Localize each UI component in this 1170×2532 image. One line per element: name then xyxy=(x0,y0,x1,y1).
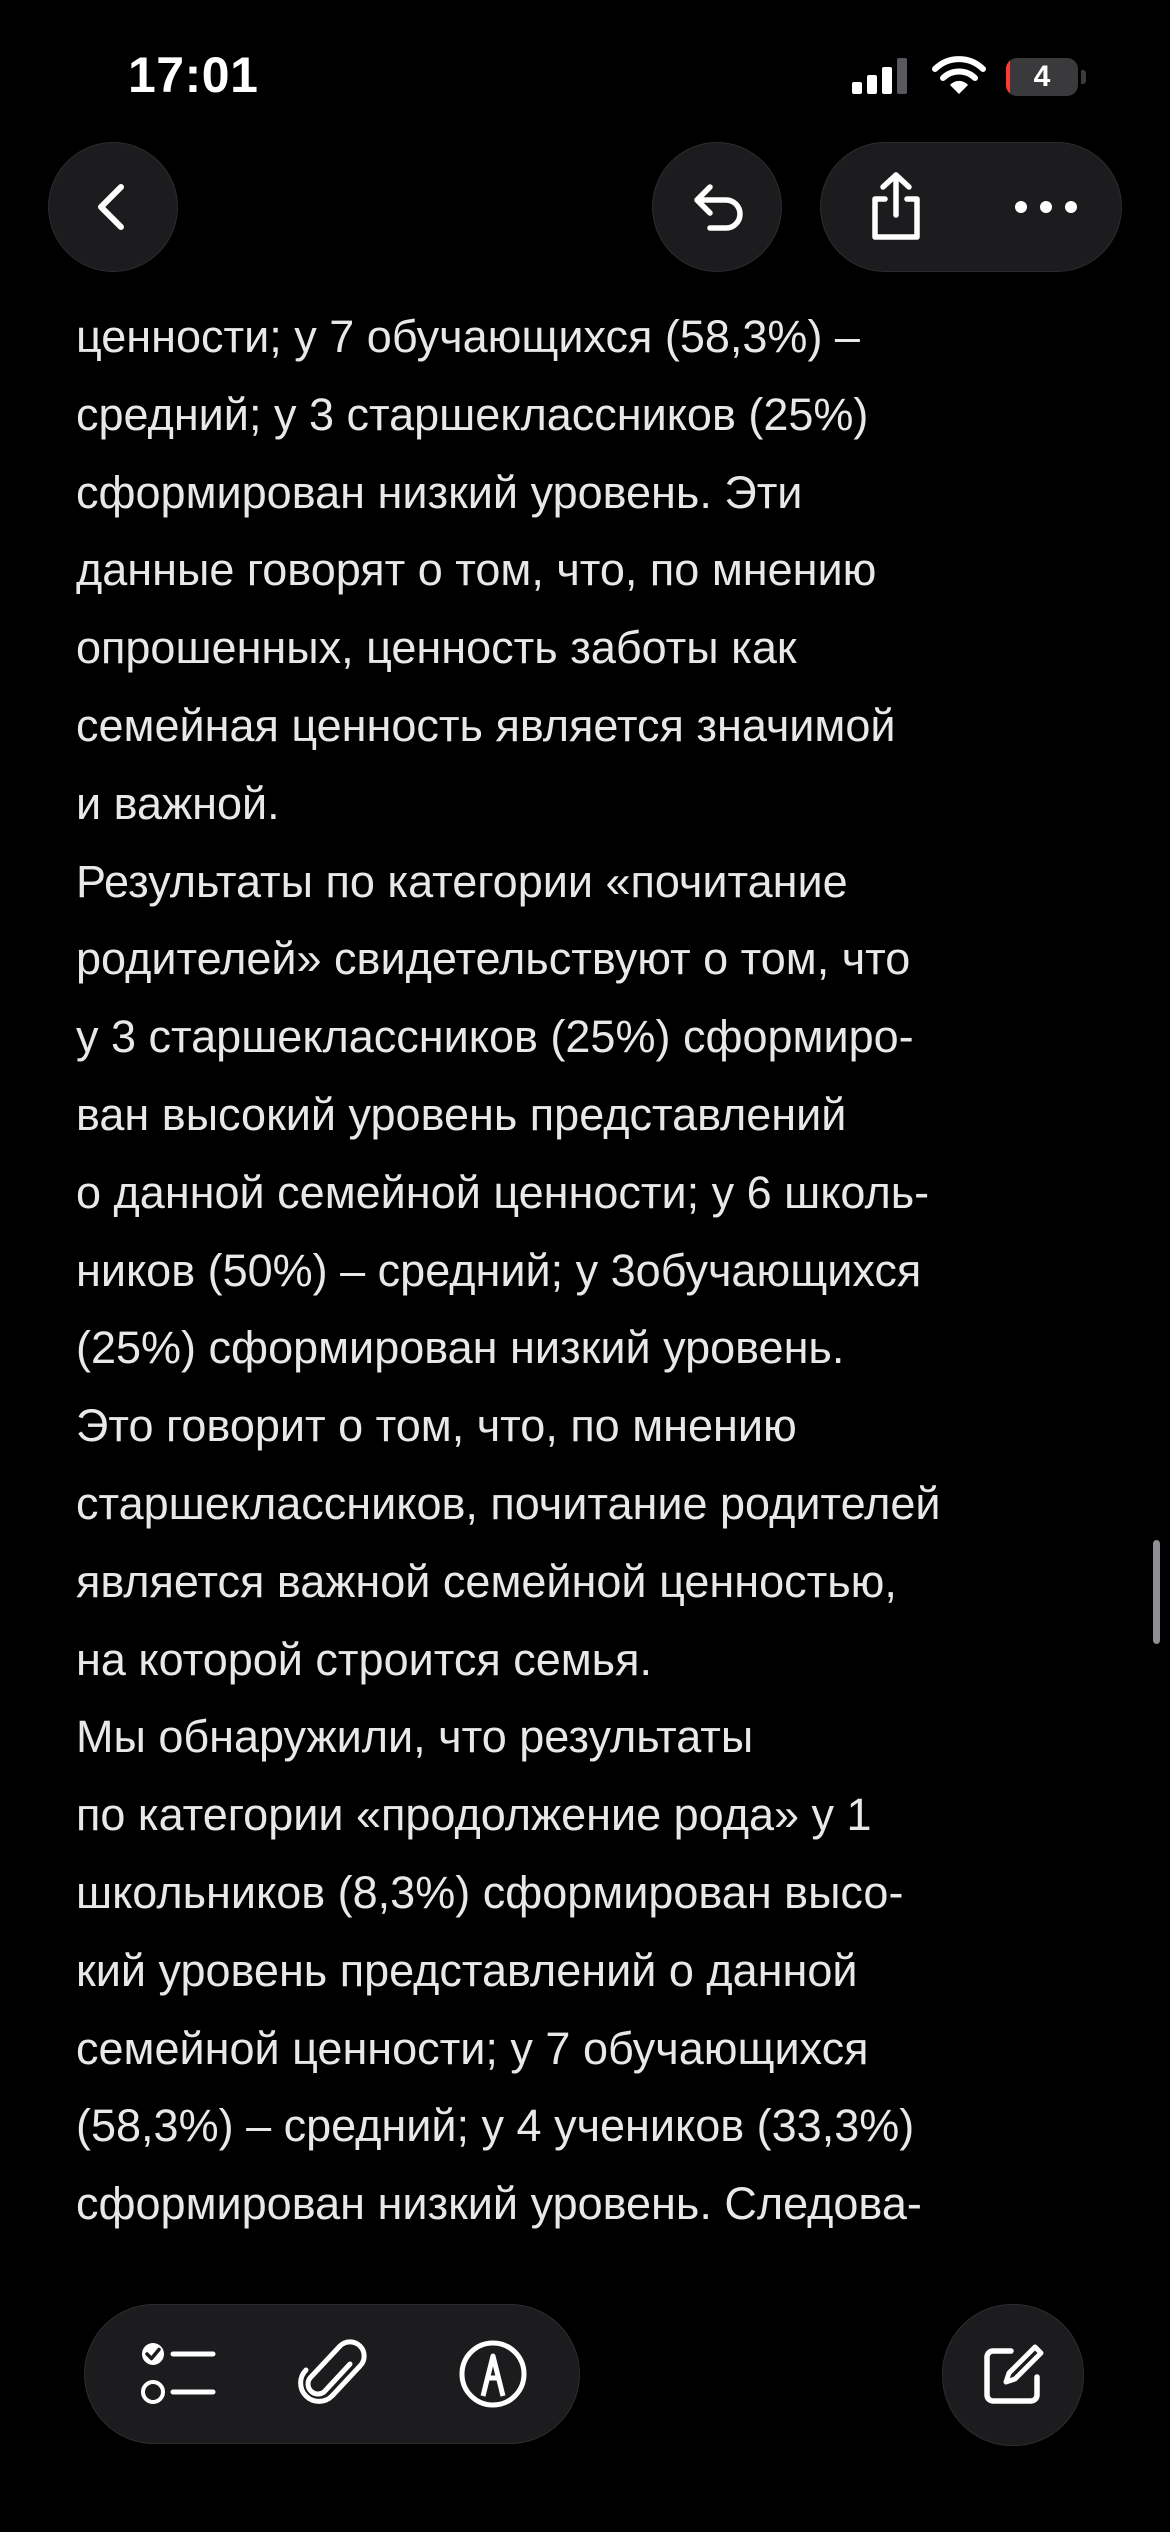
note-line: сформирован низкий уровень. Следова- xyxy=(76,2178,922,2230)
note-line: данные говорят о том, что, по мнению xyxy=(76,544,877,596)
note-line: ников (50%) – средний; у 3обучающихся xyxy=(76,1244,922,1296)
compose-icon xyxy=(984,2344,1044,2404)
note-line: ценности; у 7 обучающихся (58,3%) – xyxy=(76,311,860,362)
cellular-signal-icon xyxy=(852,58,907,94)
paperclip-icon xyxy=(298,2339,367,2404)
battery-icon: 4 xyxy=(1006,58,1086,96)
status-bar: 17:01 4 xyxy=(0,0,1170,150)
bottom-toolbar xyxy=(84,2304,580,2444)
note-line: у 3 старшеклассников (25%) сформиро- xyxy=(76,1011,914,1063)
note-line: (58,3%) – средний; у 4 учеников (33,3%) xyxy=(76,2100,915,2152)
note-line: старшеклассников, почитание родителей xyxy=(76,1477,941,1529)
actions-pill xyxy=(820,142,1122,272)
note-line: является важной семейной ценностью, xyxy=(76,1555,897,1607)
note-line: о данной семейной ценности; у 6 школь- xyxy=(76,1166,930,1218)
checklist-icon xyxy=(141,2343,216,2404)
note-line: семейная ценность является значимой xyxy=(76,699,896,751)
ellipsis-icon xyxy=(1015,201,1077,213)
note-line: опрошенных, ценность заботы как xyxy=(76,622,797,674)
note-line: кий уровень представлений о данной xyxy=(76,1944,858,1996)
more-button[interactable] xyxy=(971,143,1121,271)
battery-level: 4 xyxy=(1033,60,1051,93)
note-line: Это говорит о том, что, по мнению xyxy=(76,1400,797,1452)
battery-cap xyxy=(1081,70,1086,84)
note-line: семейной ценности; у 7 обучающихся xyxy=(76,2022,869,2074)
note-line: Результаты по категории «почитание xyxy=(76,855,848,907)
note-line: Мы обнаружили, что результаты xyxy=(76,1711,754,1763)
scroll-indicator[interactable] xyxy=(1153,1540,1160,1644)
note-line: родителей» свидетельствуют о том, что xyxy=(76,933,911,985)
undo-icon xyxy=(694,184,743,231)
undo-button[interactable] xyxy=(652,142,782,272)
note-line: (25%) сформирован низкий уровень. xyxy=(76,1322,845,1374)
share-button[interactable] xyxy=(821,143,971,271)
note-body[interactable]: ценности; у 7 обучающихся (58,3%) – средн… xyxy=(76,298,1116,2243)
attach-button[interactable] xyxy=(263,2305,403,2443)
note-line: и важной. xyxy=(76,777,280,829)
wifi-icon xyxy=(932,56,986,94)
note-line: средний; у 3 старшеклассников (25%) xyxy=(76,388,869,440)
checklist-button[interactable] xyxy=(109,2305,249,2443)
note-line: школьников (8,3%) сформирован высо- xyxy=(76,1866,904,1918)
note-line: на которой строится семья. xyxy=(76,1633,652,1685)
back-button[interactable] xyxy=(48,142,178,272)
battery-body: 4 xyxy=(1006,58,1078,96)
markup-pen-icon xyxy=(459,2340,527,2408)
note-line: сформирован низкий уровень. Эти xyxy=(76,466,803,518)
note-line: ван высокий уровень представлений xyxy=(76,1088,847,1140)
chevron-left-icon xyxy=(98,184,124,230)
status-time: 17:01 xyxy=(128,47,259,103)
markup-button[interactable] xyxy=(423,2305,563,2443)
note-line: по категории «продолжение рода» у 1 xyxy=(76,1789,872,1841)
compose-button[interactable] xyxy=(942,2304,1084,2446)
share-icon xyxy=(872,172,920,240)
